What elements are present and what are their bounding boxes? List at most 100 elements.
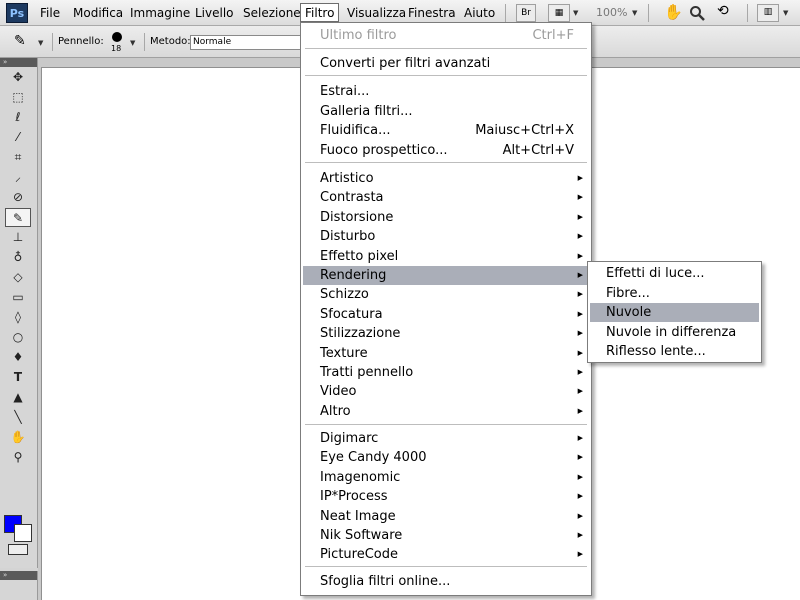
zoom-tool-panel-icon[interactable]: ⚲	[5, 448, 31, 467]
menu-selezione[interactable]: Selezione	[243, 0, 301, 26]
submenu-arrow-icon: ▶	[577, 492, 583, 501]
menu-separator	[305, 566, 587, 567]
submenu-arrow-icon: ▶	[577, 348, 583, 357]
menu-item-label: Distorsione	[320, 209, 394, 225]
submenu-arrow-icon: ▶	[577, 472, 583, 481]
menu-item-fluidifica[interactable]: Fluidifica... Maiusc+Ctrl+X	[303, 121, 589, 140]
menu-item-sfocatura[interactable]: Sfocatura ▶	[303, 305, 589, 324]
clone-stamp-tool-icon[interactable]: ⊥	[5, 228, 31, 247]
chevron-down-icon[interactable]: ▼	[573, 9, 578, 17]
menu-item-nuvole[interactable]: Nuvole	[590, 303, 759, 322]
dodge-tool-icon[interactable]: ○	[5, 328, 31, 347]
menu-item-video[interactable]: Video ▶	[303, 382, 589, 401]
menu-item-label: Stilizzazione	[320, 326, 401, 342]
menu-item-label: Riflesso lente...	[606, 344, 706, 359]
menu-item-fibre[interactable]: Fibre...	[590, 284, 759, 303]
menu-item-fuoco-prospettico[interactable]: Fuoco prospettico... Alt+Ctrl+V	[303, 141, 589, 160]
menu-item-browse-filters-online[interactable]: Sfoglia filtri online...	[303, 572, 589, 591]
bridge-button[interactable]: Br	[516, 4, 536, 22]
arrange-documents-button[interactable]: ▥	[757, 4, 779, 22]
hand-tool-panel-icon[interactable]: ✋	[5, 428, 31, 447]
menu-livello[interactable]: Livello	[195, 0, 234, 26]
layout-icon: ▥	[763, 7, 773, 17]
menu-item-texture[interactable]: Texture ▶	[303, 344, 589, 363]
menu-item-disturbo[interactable]: Disturbo ▶	[303, 227, 589, 246]
menu-item-digimarc[interactable]: Digimarc ▶	[303, 429, 589, 448]
view-extras-button[interactable]: ▦	[548, 4, 570, 22]
mode-label: Metodo:	[150, 36, 191, 47]
menu-filtro[interactable]: Filtro	[300, 3, 340, 22]
blur-tool-icon[interactable]: ◊	[5, 308, 31, 327]
menu-item-effetto-pixel[interactable]: Effetto pixel ▶	[303, 247, 589, 266]
blend-mode-select[interactable]: Normale	[190, 35, 302, 50]
menu-item-estrai[interactable]: Estrai...	[303, 82, 589, 101]
menu-item-distorsione[interactable]: Distorsione ▶	[303, 208, 589, 227]
eraser-tool-icon[interactable]: ◇	[5, 268, 31, 287]
menu-item-nik-software[interactable]: Nik Software ▶	[303, 526, 589, 545]
menu-item-label: Effetto pixel	[320, 248, 399, 264]
menu-file[interactable]: File	[40, 0, 60, 26]
menu-item-altro[interactable]: Altro ▶	[303, 402, 589, 421]
crop-tool-icon[interactable]: ⌗	[5, 148, 31, 167]
menu-separator	[305, 162, 587, 163]
lasso-tool-icon[interactable]: ℓ	[5, 108, 31, 127]
eyedropper-tool-icon[interactable]: ⸝	[5, 168, 31, 187]
tools-panel-header[interactable]: »	[0, 58, 37, 67]
menu-modifica[interactable]: Modifica	[73, 0, 123, 26]
rotate-view-icon[interactable]: ⟲	[717, 3, 729, 19]
photoshop-logo-icon: Ps	[6, 3, 28, 23]
arrange-dropdown-icon[interactable]: ▼	[783, 9, 788, 17]
history-brush-tool-icon[interactable]: ♁	[5, 248, 31, 267]
background-color-swatch[interactable]	[14, 524, 32, 542]
zoom-level[interactable]: 100%	[596, 0, 627, 26]
menu-immagine[interactable]: Immagine	[130, 0, 190, 26]
menu-item-contrasta[interactable]: Contrasta ▶	[303, 188, 589, 207]
marquee-tool-icon[interactable]: ⬚	[5, 88, 31, 107]
film-strip-icon: ▦	[554, 8, 564, 18]
menu-item-artistico[interactable]: Artistico ▶	[303, 169, 589, 188]
menu-item-eye-candy-4000[interactable]: Eye Candy 4000 ▶	[303, 448, 589, 467]
menu-item-picturecode[interactable]: PictureCode ▶	[303, 545, 589, 564]
menu-item-ip-process[interactable]: IP*Process ▶	[303, 487, 589, 506]
submenu-arrow-icon: ▶	[577, 309, 583, 318]
pen-tool-icon[interactable]: ♦	[5, 348, 31, 367]
menu-item-schizzo[interactable]: Schizzo ▶	[303, 285, 589, 304]
zoom-tool-icon[interactable]	[689, 5, 705, 21]
submenu-arrow-icon: ▶	[577, 251, 583, 260]
menu-item-convert-smart-filters[interactable]: Converti per filtri avanzati	[303, 54, 589, 73]
submenu-arrow-icon: ▶	[577, 511, 583, 520]
zoom-dropdown-icon[interactable]: ▼	[632, 9, 637, 17]
rendering-submenu: Effetti di luce... Fibre... Nuvole Nuvole i…	[587, 261, 762, 363]
menu-separator	[305, 75, 587, 76]
line-tool-icon[interactable]: ╲	[5, 408, 31, 427]
quick-mask-icon[interactable]	[8, 544, 28, 555]
menu-item-tratti-pennello[interactable]: Tratti pennello ▶	[303, 363, 589, 382]
menu-item-galleria-filtri[interactable]: Galleria filtri...	[303, 102, 589, 121]
path-selection-tool-icon[interactable]: ▲	[5, 388, 31, 407]
healing-brush-tool-icon[interactable]: ⊘	[5, 188, 31, 207]
type-tool-icon[interactable]: T	[5, 368, 31, 387]
menu-item-label: Tratti pennello	[320, 365, 414, 380]
menu-item-neat-image[interactable]: Neat Image ▶	[303, 507, 589, 526]
menu-item-effetti-di-luce[interactable]: Effetti di luce...	[590, 264, 759, 283]
brush-picker-dropdown-icon[interactable]: ▼	[130, 39, 135, 47]
magic-wand-tool-icon[interactable]: ⁄	[5, 128, 31, 147]
tool-preset-dropdown-icon[interactable]: ▼	[38, 39, 43, 47]
brush-preview[interactable]	[112, 32, 122, 42]
menu-item-imagenomic[interactable]: Imagenomic ▶	[303, 468, 589, 487]
brush-tool-icon[interactable]: ✎	[5, 208, 31, 227]
move-tool-icon[interactable]: ✥	[5, 68, 31, 87]
brush-tool-preset-icon[interactable]: ✎	[14, 33, 26, 49]
menu-item-riflesso-lente[interactable]: Riflesso lente...	[590, 342, 759, 361]
menu-item-label: Fuoco prospettico...	[320, 142, 448, 158]
gradient-tool-icon[interactable]: ▭	[5, 288, 31, 307]
menu-item-nuvole-in-differenza[interactable]: Nuvole in differenza	[590, 323, 759, 342]
secondary-panel-header[interactable]: »	[0, 571, 37, 580]
menu-item-rendering[interactable]: Rendering ▶	[303, 266, 589, 285]
hand-tool-icon[interactable]: ✋	[664, 3, 683, 21]
menu-item-label: Galleria filtri...	[320, 103, 413, 119]
submenu-arrow-icon: ▶	[577, 368, 583, 376]
menu-item-label: Neat Image	[320, 508, 396, 524]
menu-item-label: Fluidifica...	[320, 123, 391, 138]
menu-item-stilizzazione[interactable]: Stilizzazione ▶	[303, 324, 589, 343]
